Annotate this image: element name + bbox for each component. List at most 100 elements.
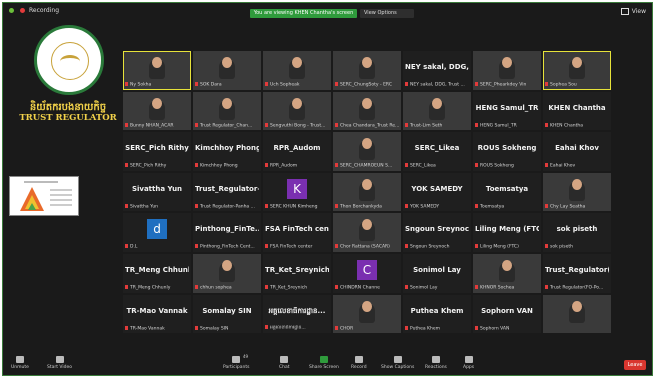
participant-head (432, 97, 442, 109)
participant-name-label: អគ្គលេខាធិការដ្ឋាន... (265, 324, 329, 332)
participant-tile[interactable] (543, 294, 611, 334)
participant-tile[interactable]: Sivattha Yun Sivattha Yun (123, 172, 191, 212)
participant-tile[interactable]: KHEN Chantha KHEN Chantha (543, 91, 611, 131)
participant-tile[interactable]: Trust Regulator_Chan... (193, 91, 261, 131)
show-captions-button[interactable]: Show Captions (381, 356, 414, 370)
participant-tile[interactable]: d D.L (123, 213, 191, 252)
participant-tile[interactable]: Kimchhoy Phong Kimchhoy Phong (193, 132, 261, 171)
trust-regulator-seal-logo (34, 25, 104, 95)
microphone-muted-icon (405, 244, 408, 249)
participant-tile[interactable]: Somalay SIN Somalay SIN (193, 294, 261, 334)
participant-tile[interactable]: TR_Meng Chhunly TR_Meng Chhunly (123, 253, 191, 293)
participant-tile[interactable]: TR-Mao Vannak TR-Mao Vannak (123, 294, 191, 334)
participant-tile[interactable]: TR_Ket_Sreynich TR_Ket_Sreynich (263, 253, 331, 293)
microphone-muted-icon (125, 122, 128, 127)
participant-tile[interactable]: Chea Chandara_Trust Re... (333, 91, 401, 131)
participant-tile[interactable]: chhun sophea (193, 253, 261, 293)
participant-tile[interactable]: Bunny NHAN_ACAR (123, 91, 191, 131)
participant-tile[interactable]: Ny Sokha (123, 51, 191, 90)
participant-tile[interactable]: Pinthong_FinTe... Pinthong_FinTech Cent..… (193, 213, 261, 252)
participant-display-name: TR_Ket_Sreynich (265, 265, 329, 274)
participant-name-text: Thon Borchankyda (340, 204, 382, 210)
participant-tile[interactable]: HENG Samul_TR HENG Samul_TR (473, 91, 541, 131)
participant-tile[interactable]: Sngoun Sreynoch Sngoun Sreynoch (403, 213, 471, 252)
participant-name-label: Sophea Sou (545, 82, 609, 88)
participant-tile[interactable]: Chor Rattana (SACAR) (333, 213, 401, 252)
participant-name-text: Toemsatya (480, 204, 505, 210)
participant-name-text: Sivattha Yun (130, 204, 159, 210)
participant-tile[interactable]: SERC_Likea SERC_Likea (403, 132, 471, 171)
participant-tile[interactable]: Trust_Regulator(... Trust Regulator(FO-Po… (543, 253, 611, 293)
participant-tile[interactable]: YOK SAMEDY YOK SAMEDY (403, 172, 471, 212)
chat-button[interactable]: Chat (279, 356, 290, 370)
unmute-button[interactable]: Unmute (11, 356, 29, 370)
participant-tile[interactable]: RPR_Audom RPR_Audom (263, 132, 331, 171)
apps-icon (464, 356, 473, 363)
participant-name-label: chhun sophea (195, 285, 259, 291)
participant-head (292, 57, 302, 68)
participant-tile[interactable]: Sophorn VAN Sophorn VAN (473, 294, 541, 334)
participant-tile[interactable]: ROUS Sokheng ROUS Sokheng (473, 132, 541, 171)
participant-tile[interactable]: SERC_CHAMROEUN S... (333, 132, 401, 171)
view-options-button[interactable]: View Options (360, 9, 414, 18)
microphone-muted-icon (475, 285, 478, 290)
participant-name-text: NEY sakal, DDG, Trust ... (410, 82, 465, 88)
apps-button[interactable]: Apps (463, 356, 474, 370)
participant-tile[interactable]: Trust_Regulator-... Trust Regulator-Panha… (193, 172, 261, 212)
participant-tile[interactable]: Toemsatya Toemsatya (473, 172, 541, 212)
participant-tile[interactable]: Uch Sopheak (263, 51, 331, 90)
reactions-label: Reactions (425, 365, 447, 370)
participant-tile[interactable]: SERC_Phearkdey Vin (473, 51, 541, 90)
microphone-muted-icon (405, 285, 408, 290)
view-button[interactable]: View (620, 8, 646, 15)
participant-tile[interactable]: SERC_Pich Rithy SERC_Pich Rithy (123, 132, 191, 171)
seal-inner-ring (51, 42, 89, 80)
reactions-button[interactable]: Reactions (425, 356, 447, 370)
participant-head (572, 57, 582, 68)
participant-name-text: D.L (130, 244, 138, 250)
participant-tile[interactable]: SERC_ChungSoty - ERC (333, 51, 401, 90)
participant-name-label: HENG Samul_TR (475, 122, 539, 128)
participant-name-text: Puthea Khem (410, 326, 441, 332)
participant-tile[interactable]: Liling Meng (FTC) Liling Meng (FTC) (473, 213, 541, 252)
participant-tile[interactable]: SOK Dara (193, 51, 261, 90)
participant-name-text: KHEN Chantha (550, 123, 583, 129)
microphone-muted-icon (125, 82, 128, 87)
participant-name-label: Trust Regulator_Chan... (195, 122, 259, 128)
participant-tile[interactable]: Sophea Sou (543, 51, 611, 90)
participant-tile[interactable]: អគ្គលេខាធិការដ្ឋាន... អគ្គលេខាធិការដ្ឋាន.… (263, 294, 331, 334)
participant-tile[interactable]: Sonimol Lay Sonimol Lay (403, 253, 471, 293)
participant-tile[interactable]: NEY sakal, DDG,... NEY sakal, DDG, Trust … (403, 51, 471, 90)
participant-tile[interactable]: CHOR (333, 294, 401, 334)
participant-name-label: TR_Meng Chhunly (125, 285, 189, 291)
participant-tile[interactable]: Chy Lay Seatha (543, 172, 611, 212)
share-screen-icon (319, 356, 328, 363)
participant-tile[interactable]: K SERC KHUN Kimheng (263, 172, 331, 212)
participant-head (222, 97, 232, 109)
participant-name-label: ROUS Sokheng (475, 163, 539, 169)
participant-avatar: K (287, 178, 307, 199)
participant-tile[interactable]: FSA FinTech cent... FSA FinTech center (263, 213, 331, 252)
participant-tile[interactable]: Thon Borchankyda (333, 172, 401, 212)
participant-tile[interactable]: C CHINDRN Channe (333, 253, 401, 293)
security-shield-icon[interactable] (9, 8, 14, 13)
shared-slide-thumbnail[interactable] (9, 176, 79, 216)
share-screen-button[interactable]: Share Screen (309, 356, 339, 370)
participant-tile[interactable]: Eahai Khov Eahai Khov (543, 132, 611, 171)
participant-tile[interactable]: sok piseth sok piseth (543, 213, 611, 252)
recording-indicator: Recording (9, 7, 59, 14)
participant-name-label: KHEN Chantha (545, 122, 609, 129)
participant-display-name: Sophorn VAN (481, 306, 533, 315)
participant-tile[interactable]: KHNOR Sochea (473, 253, 541, 293)
participant-name-text: Somalay SIN (200, 326, 229, 332)
microphone-muted-icon (195, 122, 198, 127)
start-video-button[interactable]: Start Video (47, 356, 72, 370)
microphone-muted-icon (125, 244, 128, 249)
participant-tile[interactable]: Trust-Lim Seth (403, 91, 471, 131)
participant-tile[interactable]: Sengvuthi Bong - Trust... (263, 91, 331, 131)
leave-button[interactable]: Leave (624, 360, 646, 370)
participant-tile[interactable]: Puthea Khem Puthea Khem (403, 294, 471, 334)
participant-name-label: Somalay SIN (195, 325, 259, 332)
record-button[interactable]: Record (351, 356, 367, 370)
participant-name-label: Chor Rattana (SACAR) (335, 244, 399, 250)
